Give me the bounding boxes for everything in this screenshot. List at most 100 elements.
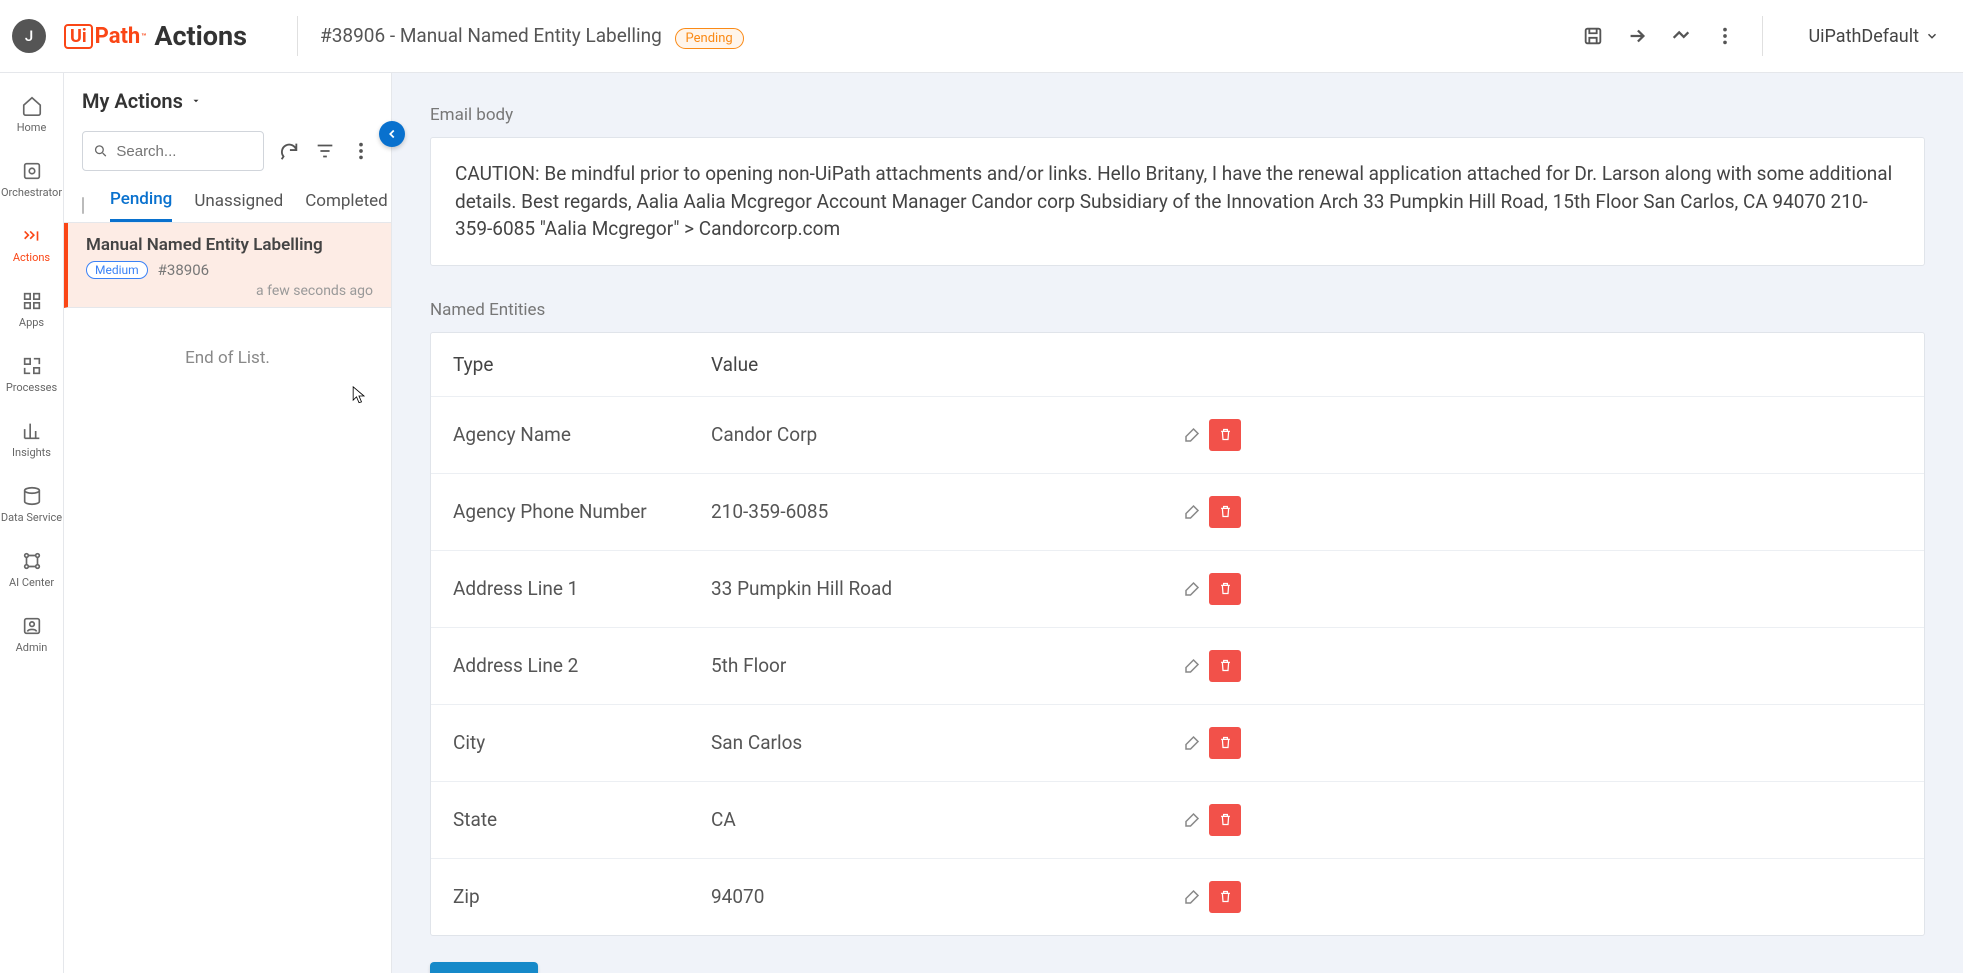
select-all-checkbox[interactable] [82, 197, 84, 214]
nav-processes[interactable]: Processes [0, 351, 63, 398]
tab-unassigned[interactable]: Unassigned [194, 191, 283, 221]
entity-value: 210-359-6085 [711, 500, 1141, 523]
filter-icon[interactable] [314, 140, 336, 162]
trash-icon [1218, 735, 1233, 750]
search-icon [93, 142, 108, 160]
entity-value: CA [711, 808, 1141, 831]
delete-button[interactable] [1209, 573, 1241, 605]
entity-value: 33 Pumpkin Hill Road [711, 577, 1141, 600]
chevron-down-icon [1925, 29, 1939, 43]
top-header: J UiPath™ Actions #38906 - Manual Named … [0, 0, 1963, 73]
entity-type: State [453, 808, 711, 831]
nav-insights[interactable]: Insights [0, 416, 63, 463]
nav-data-service[interactable]: Data Service [0, 481, 63, 528]
delete-button[interactable] [1209, 496, 1241, 528]
insights-icon [21, 420, 43, 442]
home-icon [21, 95, 43, 117]
trash-icon [1218, 658, 1233, 673]
collapse-sidebar-button[interactable] [379, 121, 405, 147]
entity-table-header: Type Value [431, 333, 1924, 397]
entity-type: Agency Phone Number [453, 500, 711, 523]
nav-actions[interactable]: Actions [0, 221, 63, 268]
delete-button[interactable] [1209, 650, 1241, 682]
header-actions: UiPathDefault [1582, 16, 1940, 56]
trash-icon [1218, 812, 1233, 827]
entity-value: 94070 [711, 885, 1141, 908]
edit-icon[interactable] [1183, 580, 1201, 598]
delete-button[interactable] [1209, 804, 1241, 836]
admin-icon [21, 615, 43, 637]
nav-orchestrator[interactable]: Orchestrator [0, 156, 63, 203]
caret-down-icon [191, 96, 201, 106]
delete-button[interactable] [1209, 727, 1241, 759]
more-vert-icon[interactable] [1714, 25, 1736, 47]
entity-row: Agency Name Candor Corp [431, 397, 1924, 474]
ai-center-icon [21, 550, 43, 572]
edit-icon[interactable] [1183, 503, 1201, 521]
submit-button[interactable]: Submit [430, 962, 538, 973]
entity-type: Address Line 2 [453, 654, 711, 677]
email-body-label: Email body [430, 105, 1925, 125]
avatar[interactable]: J [12, 19, 46, 53]
entity-value: Candor Corp [711, 423, 1141, 446]
edit-icon[interactable] [1183, 888, 1201, 906]
named-entities-label: Named Entities [430, 300, 1925, 320]
data-service-icon [21, 485, 43, 507]
edit-icon[interactable] [1183, 657, 1201, 675]
action-id: #38906 [158, 261, 209, 279]
trash-icon [1218, 581, 1233, 596]
entity-table: Type Value Agency Name Candor Corp Agenc… [430, 332, 1925, 936]
divider [297, 16, 298, 56]
entity-row: Address Line 1 33 Pumpkin Hill Road [431, 551, 1924, 628]
entity-type: City [453, 731, 711, 754]
nav-ai-center[interactable]: AI Center [0, 546, 63, 593]
tab-pending[interactable]: Pending [110, 189, 172, 222]
delete-button[interactable] [1209, 881, 1241, 913]
trash-icon [1218, 504, 1233, 519]
actions-sidebar: My Actions Pending Unassigned Completed … [64, 73, 392, 973]
status-badge: Pending [675, 28, 744, 49]
entity-type: Agency Name [453, 423, 711, 446]
nav-home[interactable]: Home [0, 91, 63, 138]
tab-completed[interactable]: Completed [305, 191, 388, 221]
edit-icon[interactable] [1183, 426, 1201, 444]
search-box[interactable] [82, 131, 264, 171]
redirect-arrow-icon[interactable] [1670, 25, 1692, 47]
entity-row: City San Carlos [431, 705, 1924, 782]
col-value: Value [711, 353, 1141, 376]
entity-type: Zip [453, 885, 711, 908]
actions-icon [21, 225, 43, 247]
more-vert-icon[interactable] [350, 140, 372, 162]
logo-area[interactable]: UiPath™ Actions [64, 20, 275, 52]
sidebar-title-dropdown[interactable]: My Actions [82, 89, 373, 113]
tenant-selector[interactable]: UiPathDefault [1809, 26, 1940, 47]
end-of-list-label: End of List. [64, 308, 391, 408]
refresh-icon[interactable] [278, 140, 300, 162]
entity-row: State CA [431, 782, 1924, 859]
nav-admin[interactable]: Admin [0, 611, 63, 658]
entity-value: 5th Floor [711, 654, 1141, 677]
sidebar-tabs: Pending Unassigned Completed [64, 179, 391, 223]
action-card[interactable]: Manual Named Entity Labelling Medium #38… [64, 223, 391, 308]
entity-row: Address Line 2 5th Floor [431, 628, 1924, 705]
entity-value: San Carlos [711, 731, 1141, 754]
edit-icon[interactable] [1183, 811, 1201, 829]
nav-apps[interactable]: Apps [0, 286, 63, 333]
action-timestamp: a few seconds ago [86, 283, 373, 299]
entity-type: Address Line 1 [453, 577, 711, 600]
action-card-title: Manual Named Entity Labelling [86, 235, 373, 255]
col-type: Type [453, 353, 711, 376]
apps-icon [21, 290, 43, 312]
save-icon[interactable] [1582, 25, 1604, 47]
search-input[interactable] [116, 143, 253, 160]
main-content: Email body CAUTION: Be mindful prior to … [392, 73, 1963, 973]
edit-icon[interactable] [1183, 734, 1201, 752]
forward-arrow-icon[interactable] [1626, 25, 1648, 47]
breadcrumb: #38906 - Manual Named Entity Labelling P… [320, 24, 1581, 49]
entity-row: Zip 94070 [431, 859, 1924, 935]
delete-button[interactable] [1209, 419, 1241, 451]
nav-rail: Home Orchestrator Actions Apps Processes… [0, 73, 64, 973]
trash-icon [1218, 427, 1233, 442]
entity-row: Agency Phone Number 210-359-6085 [431, 474, 1924, 551]
orchestrator-icon [21, 160, 43, 182]
